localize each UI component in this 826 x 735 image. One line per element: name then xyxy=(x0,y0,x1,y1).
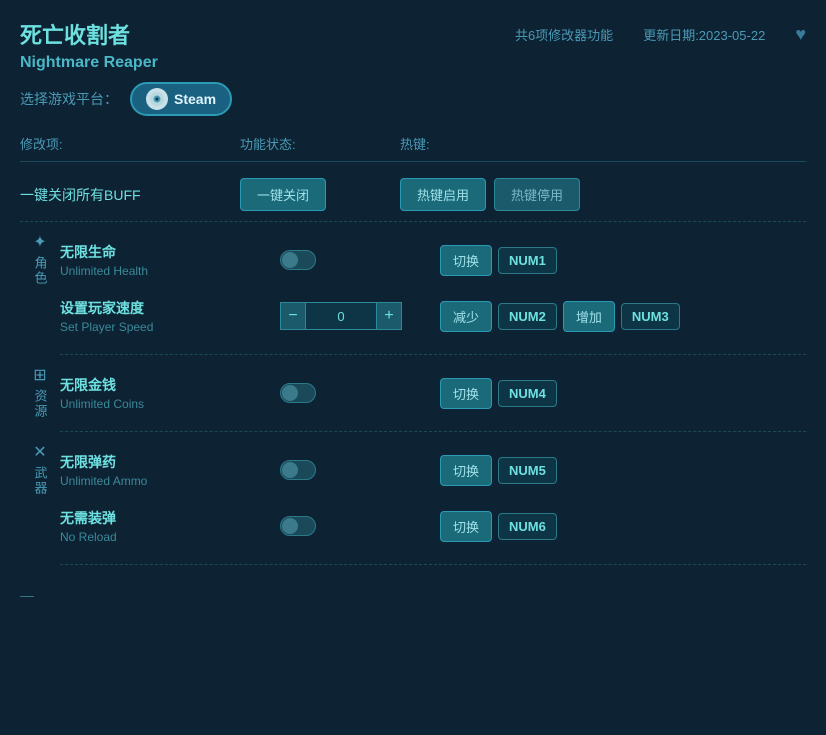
mod-name-en: Unlimited Health xyxy=(60,264,280,278)
category-label-character: 角色 xyxy=(31,256,50,286)
meta-count: 共6项修改器功能 xyxy=(515,25,613,44)
hotkey-key-badge: NUM3 xyxy=(621,303,680,330)
mod-toggle-area xyxy=(280,460,440,480)
mod-name-block: 无需装弹 No Reload xyxy=(60,508,280,544)
meta-date: 更新日期:2023-05-22 xyxy=(643,25,765,44)
mod-row-2-1: 无需装弹 No Reload 切换NUM6 xyxy=(60,498,806,554)
buff-close-button[interactable]: 一键关闭 xyxy=(240,178,326,211)
toggle-switch[interactable] xyxy=(280,250,316,270)
mod-name-en: Unlimited Ammo xyxy=(60,474,280,488)
bottom-bar: — xyxy=(20,575,806,603)
hotkey-key-badge: NUM4 xyxy=(498,380,557,407)
favorite-icon[interactable]: ♥ xyxy=(795,24,806,45)
mod-name-cn: 无需装弹 xyxy=(60,508,280,528)
hotkey-switch-button[interactable]: 切换 xyxy=(440,455,492,486)
platform-label: 选择游戏平台： xyxy=(20,89,118,109)
mod-hotkeys: 切换NUM1 xyxy=(440,245,806,276)
category-sidebar-resources: ⊞ 资源 xyxy=(20,355,60,432)
column-headers: 修改项: 功能状态: 热键: xyxy=(20,134,806,162)
mod-name-block: 设置玩家速度 Set Player Speed xyxy=(60,298,280,334)
mod-toggle-area xyxy=(280,516,440,536)
mod-hotkeys: 切换NUM4 xyxy=(440,378,806,409)
game-title-cn: 死亡收割者 xyxy=(20,18,485,50)
hotkey-switch-button[interactable]: 切换 xyxy=(440,378,492,409)
category-icon-weapons: ✕ xyxy=(33,442,46,462)
stepper-input[interactable] xyxy=(306,302,376,330)
steam-label: Steam xyxy=(174,91,216,107)
mod-name-cn: 设置玩家速度 xyxy=(60,298,280,318)
mod-row-2-0: 无限弹药 Unlimited Ammo 切换NUM5 xyxy=(60,442,806,498)
hotkey-switch-button[interactable]: 切换 xyxy=(440,245,492,276)
hotkey-enable-button[interactable]: 热键启用 xyxy=(400,178,486,211)
sections-container: ✦角色无限生命 Unlimited Health切换NUM1设置玩家速度 Set… xyxy=(20,222,806,565)
section-resources: ⊞ 资源无限金钱 Unlimited Coins 切换NUM4 xyxy=(20,355,806,432)
buff-row: 一键关闭所有BUFF 一键关闭 热键启用 热键停用 xyxy=(20,168,806,222)
toggle-switch[interactable] xyxy=(280,460,316,480)
category-icon-character: ✦ xyxy=(33,232,46,252)
mod-toggle-area xyxy=(280,250,440,270)
mod-row-0-0: 无限生命 Unlimited Health 切换NUM1 xyxy=(60,232,806,288)
steam-button[interactable]: Steam xyxy=(130,82,232,116)
category-sidebar-weapons: ✕ 武器 xyxy=(20,432,60,565)
mod-row-1-0: 无限金钱 Unlimited Coins 切换NUM4 xyxy=(60,365,806,421)
section-items-weapons: 无限弹药 Unlimited Ammo 切换NUM5 无需装弹 No Reload 切… xyxy=(60,432,806,565)
buff-name: 一键关闭所有BUFF xyxy=(20,185,240,205)
stepper-minus-button[interactable]: − xyxy=(280,302,306,330)
mod-toggle-area xyxy=(280,383,440,403)
hotkey-switch-button[interactable]: 切换 xyxy=(440,511,492,542)
header: 死亡收割者 Nightmare Reaper 共6项修改器功能 更新日期:202… xyxy=(20,18,806,72)
mod-hotkeys: 减少NUM2增加NUM3 xyxy=(440,301,806,332)
category-label-weapons: 武器 xyxy=(31,466,50,496)
buff-hotkeys: 热键启用 热键停用 xyxy=(400,178,806,211)
mod-name-en: No Reload xyxy=(60,530,280,544)
hotkey-key-badge: NUM1 xyxy=(498,247,557,274)
section-items-character: 无限生命 Unlimited Health 切换NUM1 设置玩家速度 Set Pl… xyxy=(60,222,806,355)
section-items-resources: 无限金钱 Unlimited Coins 切换NUM4 xyxy=(60,355,806,432)
mod-name-en: Unlimited Coins xyxy=(60,397,280,411)
col-status-header: 功能状态: xyxy=(240,134,400,153)
header-meta: 共6项修改器功能 更新日期:2023-05-22 ♥ xyxy=(515,18,806,45)
category-icon-resources: ⊞ xyxy=(33,365,46,385)
section-character: ✦ 角色无限生命 Unlimited Health 切换NUM1 设置玩家速度 Set… xyxy=(20,222,806,355)
col-hotkey-header: 热键: xyxy=(400,134,806,153)
toggle-switch[interactable] xyxy=(280,516,316,536)
mod-hotkeys: 切换NUM6 xyxy=(440,511,806,542)
mod-name-cn: 无限弹药 xyxy=(60,452,280,472)
mod-name-cn: 无限生命 xyxy=(60,242,280,262)
main-container: 死亡收割者 Nightmare Reaper 共6项修改器功能 更新日期:202… xyxy=(0,0,826,623)
hotkey-key-badge: NUM2 xyxy=(498,303,557,330)
hotkey-key-badge: NUM6 xyxy=(498,513,557,540)
hotkey-disable-button[interactable]: 热键停用 xyxy=(494,178,580,211)
section-weapons: ✕ 武器无限弹药 Unlimited Ammo 切换NUM5 无需装弹 No Relo… xyxy=(20,432,806,565)
mod-name-block: 无限生命 Unlimited Health xyxy=(60,242,280,278)
stepper-plus-button[interactable]: + xyxy=(376,302,402,330)
hotkey-switch-button[interactable]: 增加 xyxy=(563,301,615,332)
mod-name-block: 无限金钱 Unlimited Coins xyxy=(60,375,280,411)
speed-row-0-1: 设置玩家速度 Set Player Speed − + 减少NUM2增加NUM3 xyxy=(60,288,806,344)
hotkey-switch-button[interactable]: 减少 xyxy=(440,301,492,332)
hotkey-key-badge: NUM5 xyxy=(498,457,557,484)
stepper-area: − + xyxy=(280,302,440,330)
category-label-resources: 资源 xyxy=(31,389,50,419)
bottom-icon: — xyxy=(20,587,34,603)
buff-status: 一键关闭 xyxy=(240,178,400,211)
steam-logo-icon xyxy=(146,88,168,110)
platform-row: 选择游戏平台： Steam xyxy=(20,82,806,116)
mod-hotkeys: 切换NUM5 xyxy=(440,455,806,486)
category-sidebar-character: ✦ 角色 xyxy=(20,222,60,355)
toggle-switch[interactable] xyxy=(280,383,316,403)
col-mod-header: 修改项: xyxy=(20,134,240,153)
title-block: 死亡收割者 Nightmare Reaper xyxy=(20,18,485,72)
game-title-en: Nightmare Reaper xyxy=(20,54,485,72)
mod-name-cn: 无限金钱 xyxy=(60,375,280,395)
mod-name-block: 无限弹药 Unlimited Ammo xyxy=(60,452,280,488)
mod-name-en: Set Player Speed xyxy=(60,320,280,334)
